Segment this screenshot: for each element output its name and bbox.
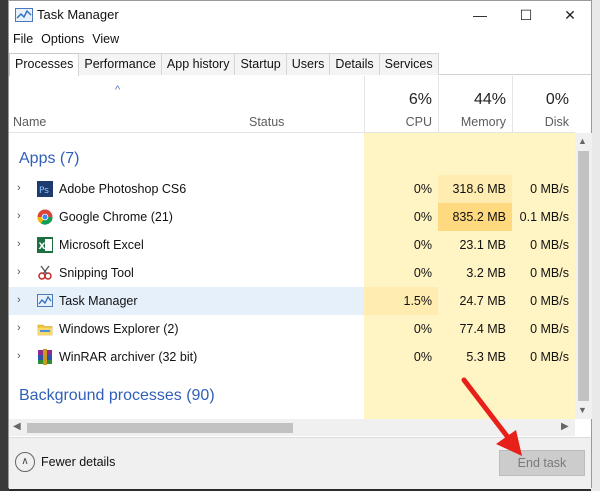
scroll-right-icon[interactable]: ▶ [561, 421, 569, 432]
sort-up-icon[interactable]: ^ [115, 84, 120, 96]
chevron-right-icon[interactable]: › [17, 266, 21, 278]
chrome-icon [37, 209, 53, 225]
cpu-value: 0% [364, 259, 438, 287]
memory-label: Memory [460, 115, 506, 129]
list-item[interactable]: › Snipping Tool 0% 3.2 MB 0 MB/s [9, 259, 575, 287]
tab-bar: Processes Performance App history Startu… [9, 53, 591, 76]
horizontal-scroll-thumb[interactable] [27, 423, 293, 433]
disk-value: 0 MB/s [512, 175, 575, 203]
disk-value: 0 MB/s [512, 315, 575, 343]
horizontal-scrollbar[interactable]: ◀ ▶ [9, 419, 575, 436]
disk-label: Disk [544, 115, 569, 129]
cpu-label: CPU [405, 115, 432, 129]
process-name: Google Chrome (21) [59, 210, 173, 224]
disk-total: 0% [545, 91, 569, 108]
disk-value: 0 MB/s [512, 259, 575, 287]
disk-value: 0 MB/s [512, 287, 575, 315]
excel-icon: X [37, 237, 53, 253]
memory-value: 835.2 MB [438, 203, 512, 231]
group-background-processes: Background processes (90) [19, 387, 215, 404]
explorer-icon [37, 324, 53, 336]
process-name: Windows Explorer (2) [59, 322, 179, 336]
memory-total: 44% [473, 91, 506, 108]
chevron-right-icon[interactable]: › [17, 238, 21, 250]
svg-text:Ps: Ps [39, 186, 49, 196]
scroll-down-icon[interactable]: ▼ [578, 405, 587, 415]
minimize-button[interactable]: — [457, 1, 503, 29]
tab-app-history[interactable]: App history [160, 53, 236, 75]
end-task-button[interactable]: End task [499, 450, 585, 476]
winrar-icon [38, 349, 52, 365]
memory-value: 5.3 MB [438, 343, 512, 371]
scroll-up-icon[interactable]: ▲ [578, 136, 587, 146]
tab-users[interactable]: Users [285, 53, 331, 75]
chevron-right-icon[interactable]: › [17, 350, 21, 362]
task-manager-window: Task Manager — ☐ ✕ File Options View Pro… [8, 0, 592, 489]
group-apps: Apps (7) [19, 150, 80, 167]
column-cpu[interactable]: 6% CPU [364, 76, 438, 133]
disk-value: 0 MB/s [512, 231, 575, 259]
list-item[interactable]: › X Microsoft Excel 0% 23.1 MB 0 MB/s [9, 231, 575, 259]
memory-value: 77.4 MB [438, 315, 512, 343]
process-name: Task Manager [59, 294, 138, 308]
list-item[interactable]: › Windows Explorer (2) 0% 77.4 MB 0 MB/s [9, 315, 575, 343]
footer-bar: ∧ Fewer details End task [9, 437, 591, 489]
memory-value: 24.7 MB [438, 287, 512, 315]
menu-options[interactable]: Options [37, 30, 88, 50]
cpu-value: 0% [364, 175, 438, 203]
process-name: Adobe Photoshop CS6 [59, 182, 187, 196]
process-list: Apps (7) › Ps Adobe Photoshop CS6 0% 318… [9, 133, 575, 419]
column-name[interactable]: Name [13, 115, 46, 129]
window-title: Task Manager [37, 7, 119, 22]
task-manager-icon [15, 8, 33, 22]
process-name: Snipping Tool [59, 266, 134, 280]
fewer-details-link[interactable]: Fewer details [41, 455, 115, 469]
cpu-value: 1.5% [364, 287, 438, 315]
column-memory[interactable]: 44% Memory [438, 76, 512, 133]
disk-value: 0 MB/s [512, 343, 575, 371]
chevron-right-icon[interactable]: › [17, 182, 21, 194]
list-item[interactable]: › Ps Adobe Photoshop CS6 0% 318.6 MB 0 M… [9, 175, 575, 203]
list-item[interactable]: › Google Chrome (21) 0% 835.2 MB 0.1 MB/… [9, 203, 575, 231]
process-name: Microsoft Excel [59, 238, 144, 252]
cpu-total: 6% [408, 91, 432, 108]
chevron-right-icon[interactable]: › [17, 322, 21, 334]
cpu-value: 0% [364, 343, 438, 371]
column-status[interactable]: Status [249, 115, 284, 129]
tab-processes[interactable]: Processes [9, 53, 80, 76]
menu-bar: File Options View [9, 30, 123, 50]
scroll-left-icon[interactable]: ◀ [13, 421, 21, 432]
svg-text:X: X [39, 242, 46, 252]
maximize-button[interactable]: ☐ [503, 1, 549, 29]
vertical-scroll-thumb[interactable] [578, 151, 589, 401]
photoshop-icon: Ps [37, 181, 53, 197]
cpu-value: 0% [364, 315, 438, 343]
vertical-scrollbar[interactable]: ▲ ▼ [575, 133, 592, 419]
memory-value: 3.2 MB [438, 259, 512, 287]
cpu-value: 0% [364, 203, 438, 231]
tab-startup[interactable]: Startup [234, 53, 287, 75]
tab-services[interactable]: Services [378, 53, 439, 75]
memory-value: 318.6 MB [438, 175, 512, 203]
background-window-edge-right [591, 0, 600, 491]
memory-value: 23.1 MB [438, 231, 512, 259]
process-name: WinRAR archiver (32 bit) [59, 350, 198, 364]
chevron-right-icon[interactable]: › [17, 294, 21, 306]
list-item[interactable]: › Task Manager 1.5% 24.7 MB 0 MB/s [9, 287, 575, 315]
cpu-value: 0% [364, 231, 438, 259]
chevron-right-icon[interactable]: › [17, 210, 21, 222]
column-header: ^ Name Status 6% CPU 44% Memory 0% Disk [9, 76, 575, 133]
close-button[interactable]: ✕ [547, 1, 593, 29]
menu-view[interactable]: View [88, 30, 123, 50]
title-bar: Task Manager — ☐ ✕ [9, 1, 591, 29]
column-disk[interactable]: 0% Disk [512, 76, 575, 133]
task-manager-icon [37, 294, 53, 307]
tab-details[interactable]: Details [329, 53, 380, 75]
list-item[interactable]: › WinRAR archiver (32 bit) 0% 5.3 MB 0 M… [9, 343, 575, 371]
menu-file[interactable]: File [9, 30, 37, 50]
tab-performance[interactable]: Performance [78, 53, 162, 75]
chevron-up-circle-icon[interactable]: ∧ [15, 452, 35, 472]
snipping-tool-icon [38, 265, 52, 280]
disk-value: 0.1 MB/s [512, 203, 575, 231]
